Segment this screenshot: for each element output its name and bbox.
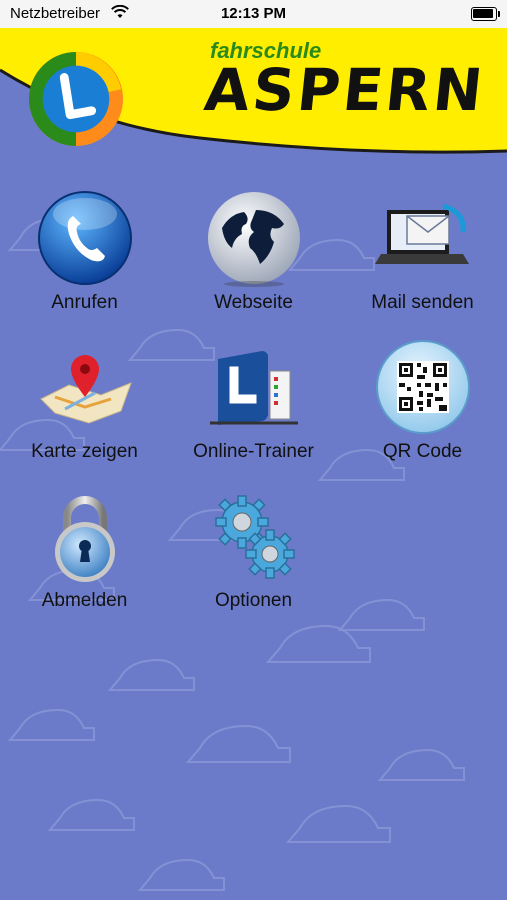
l-plate-icon	[209, 351, 298, 425]
logout-button[interactable]: Abmelden	[0, 486, 169, 612]
school-logo	[28, 51, 124, 147]
tile-label: Webseite	[214, 292, 293, 313]
globe-icon	[207, 192, 300, 287]
call-button[interactable]: Anrufen	[0, 188, 169, 314]
tile-label: Mail senden	[371, 292, 474, 313]
status-bar: Netzbetreiber 12:13 PM	[0, 0, 507, 28]
tile-label: Anrufen	[51, 292, 118, 313]
clock: 12:13 PM	[220, 5, 287, 22]
map-pin-icon	[39, 355, 132, 424]
qr-code-button[interactable]: QR Code	[338, 337, 507, 463]
tile-label: Abmelden	[41, 590, 128, 611]
phone-icon	[37, 191, 132, 285]
tile-label: Karte zeigen	[31, 441, 138, 462]
padlock-icon	[54, 496, 115, 582]
tile-label: Optionen	[214, 590, 293, 611]
tile-label: Online-Trainer	[193, 441, 314, 462]
options-button[interactable]: Optionen	[169, 486, 338, 612]
website-button[interactable]: Webseite	[169, 188, 338, 314]
qr-code-icon	[375, 340, 470, 434]
battery-icon	[471, 7, 500, 21]
send-mail-button[interactable]: Mail senden	[338, 188, 507, 314]
mail-laptop-icon	[374, 203, 469, 264]
online-trainer-button[interactable]: Online-Trainer	[169, 337, 338, 463]
gears-icon	[214, 495, 295, 579]
show-map-button[interactable]: Karte zeigen	[0, 337, 169, 463]
tile-label: QR Code	[382, 441, 463, 462]
brand-title: ASPERN	[201, 56, 489, 124]
